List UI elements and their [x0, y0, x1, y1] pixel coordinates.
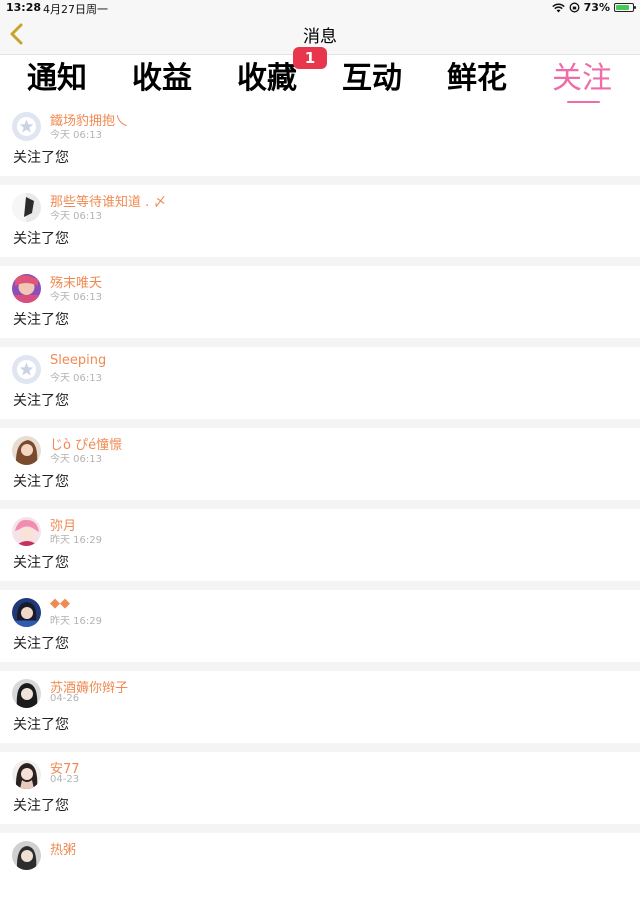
follow-action-text: 关注了您 — [13, 636, 69, 652]
battery-percent: 73% — [583, 1, 610, 14]
avatar[interactable] — [12, 598, 41, 627]
timestamp: 昨天 16:29 — [50, 616, 102, 627]
list-item[interactable]: 鐵场豹拥抱乀 今天 06:13 关注了您 — [0, 104, 640, 176]
status-date: 4月27日周一 — [43, 3, 108, 16]
avatar-default-star-icon[interactable] — [12, 112, 41, 141]
avatar[interactable] — [12, 841, 41, 870]
tab-interaction[interactable]: 互动 — [336, 59, 408, 103]
list-item[interactable]: じò ぴé憧憬 今天 06:13 关注了您 — [0, 428, 640, 500]
list-item[interactable]: 弥月 昨天 16:29 关注了您 — [0, 509, 640, 581]
follow-action-text: 关注了您 — [13, 312, 69, 328]
status-time: 13:28 — [6, 1, 42, 14]
list-item[interactable]: 苏酒薅你辫子 04-26 关注了您 — [0, 671, 640, 743]
username-link[interactable]: 热粥 — [50, 839, 76, 858]
tab-flowers[interactable]: 鲜花 — [441, 59, 513, 103]
avatar-default-star-icon[interactable] — [12, 355, 41, 384]
follow-action-text: 关注了您 — [13, 717, 69, 733]
timestamp: 今天 06:13 — [50, 130, 102, 141]
avatar[interactable] — [12, 679, 41, 708]
timestamp: 今天 06:13 — [50, 454, 102, 465]
avatar[interactable] — [12, 760, 41, 789]
page-title: 消息 — [303, 27, 337, 47]
follow-action-text: 关注了您 — [13, 798, 69, 814]
follow-action-text: 关注了您 — [13, 150, 69, 166]
tab-notice[interactable]: 通知 — [21, 59, 93, 103]
tab-earnings[interactable]: 收益 — [126, 59, 198, 103]
status-bar: 13:28 4月27日周一 73% — [0, 0, 640, 16]
timestamp: 04-23 — [50, 774, 80, 785]
list-item[interactable]: 那些等待谁知道 . 〆 今天 06:13 关注了您 — [0, 185, 640, 257]
follow-action-text: 关注了您 — [13, 474, 69, 490]
follow-action-text: 关注了您 — [13, 231, 69, 247]
timestamp: 04-26 — [50, 693, 80, 704]
timestamp: 今天 06:13 — [50, 373, 102, 384]
username-link[interactable]: ◆◆ — [50, 596, 70, 611]
active-tab-indicator — [567, 101, 600, 103]
status-indicators: 73% — [551, 1, 636, 14]
avatar[interactable] — [12, 274, 41, 303]
timestamp: 今天 06:13 — [50, 292, 102, 303]
follow-action-text: 关注了您 — [13, 393, 69, 409]
tab-favorites[interactable]: 收藏 — [231, 59, 303, 103]
timestamp: 昨天 16:29 — [50, 535, 102, 546]
avatar[interactable] — [12, 193, 41, 222]
list-item[interactable]: 殇末唯夭 今天 06:13 关注了您 — [0, 266, 640, 338]
list-item[interactable]: 安77 04-23 关注了您 — [0, 752, 640, 824]
avatar[interactable] — [12, 436, 41, 465]
avatar[interactable] — [12, 517, 41, 546]
list-item[interactable]: ◆◆ 昨天 16:29 关注了您 — [0, 590, 640, 662]
favorites-count-badge: 1 — [293, 47, 327, 69]
wifi-icon — [551, 2, 565, 12]
tab-follow[interactable]: 关注 — [546, 59, 618, 103]
username-link[interactable]: Sleeping — [50, 353, 106, 368]
battery-icon — [614, 3, 636, 12]
rotation-lock-icon — [569, 2, 580, 13]
follow-action-text: 关注了您 — [13, 555, 69, 571]
list-item[interactable]: 热粥 — [0, 833, 640, 905]
timestamp: 今天 06:13 — [50, 211, 102, 222]
list-item[interactable]: Sleeping 今天 06:13 关注了您 — [0, 347, 640, 419]
